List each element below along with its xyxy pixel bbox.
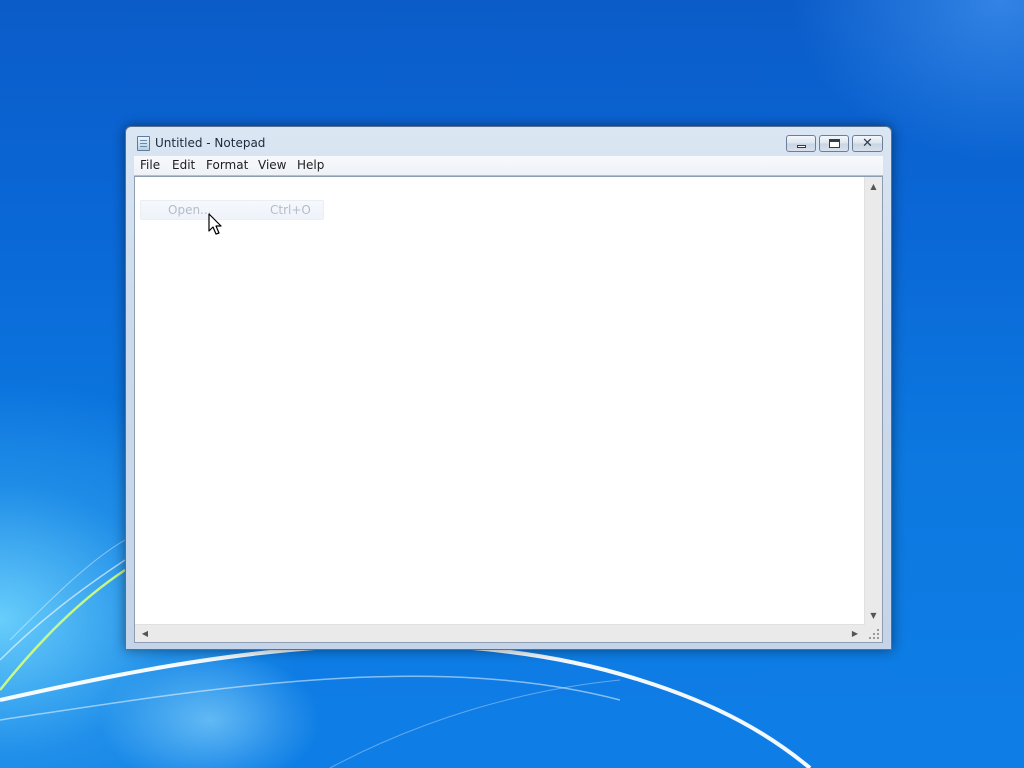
scroll-right-icon[interactable]: ▶ <box>847 625 863 642</box>
notepad-icon <box>137 136 150 151</box>
scroll-up-icon[interactable]: ▲ <box>865 179 882 195</box>
menu-item-open[interactable]: Open... Ctrl+O <box>140 200 324 220</box>
maximize-icon <box>829 139 840 148</box>
minimize-icon <box>797 145 806 148</box>
menu-format[interactable]: Format <box>206 158 248 172</box>
menu-help[interactable]: Help <box>297 158 324 172</box>
title-bar[interactable]: Untitled - Notepad ✕ <box>126 127 891 157</box>
menu-edit[interactable]: Edit <box>172 158 195 172</box>
menu-view[interactable]: View <box>258 158 286 172</box>
close-icon: ✕ <box>862 136 873 151</box>
menu-item-open-label: Open... <box>168 203 212 217</box>
horizontal-scrollbar[interactable]: ◀ ▶ <box>135 624 865 642</box>
minimize-button[interactable] <box>786 135 816 152</box>
size-grip[interactable] <box>865 625 882 642</box>
vertical-scrollbar[interactable]: ▲ ▼ <box>864 177 882 626</box>
scroll-down-icon[interactable]: ▼ <box>865 608 882 624</box>
window-title: Untitled - Notepad <box>155 136 266 150</box>
menu-file[interactable]: File <box>140 158 160 172</box>
scroll-left-icon[interactable]: ◀ <box>137 625 153 642</box>
maximize-button[interactable] <box>819 135 849 152</box>
text-editor-area[interactable]: ▲ ▼ ◀ ▶ <box>134 176 883 643</box>
mouse-cursor-icon <box>208 213 222 235</box>
menu-item-open-shortcut: Ctrl+O <box>270 203 311 217</box>
menu-bar: File Edit Format View Help <box>134 156 883 176</box>
close-button[interactable]: ✕ <box>852 135 883 152</box>
